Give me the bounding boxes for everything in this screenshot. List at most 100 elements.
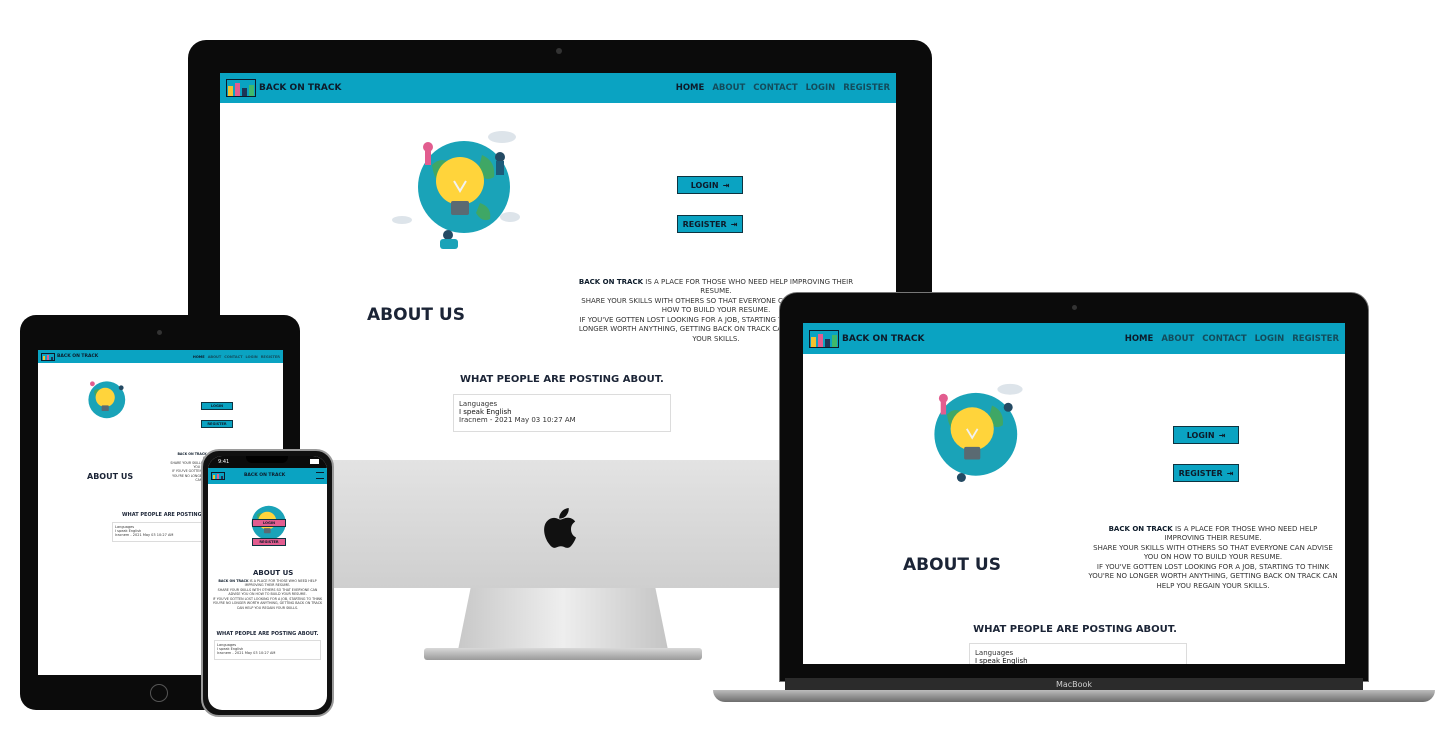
nav-about[interactable]: ABOUT: [712, 83, 745, 93]
hamburger-menu-icon[interactable]: [316, 472, 324, 479]
logo-icon: [226, 79, 256, 97]
post-card[interactable]: Languages I speak English Iracnem - 2021…: [453, 394, 671, 432]
nav-register[interactable]: REGISTER: [261, 355, 280, 359]
login-label: LOGIN: [1186, 430, 1215, 440]
nav-links: HOME ABOUT CONTACT LOGIN REGISTER: [676, 83, 890, 93]
nav-register[interactable]: REGISTER: [1292, 334, 1339, 344]
phone-status-bar: 9:41: [208, 456, 327, 468]
login-button[interactable]: LOGIN ⇥: [677, 176, 743, 194]
nav-login[interactable]: LOGIN: [1255, 334, 1285, 344]
register-button[interactable]: REGISTER: [201, 420, 233, 428]
notch: [246, 456, 288, 463]
imac-navbar: BACK ON TRACK HOME ABOUT CONTACT LOGIN R…: [220, 73, 896, 103]
post-text: I speak English: [975, 657, 1028, 664]
brand-name: BACK ON TRACK: [842, 333, 925, 344]
hero-illustration: [78, 374, 134, 428]
posts-title: WHAT PEOPLE ARE POSTING ABOUT.: [460, 374, 664, 385]
nav-contact[interactable]: CONTACT: [1202, 334, 1246, 344]
laptop-navbar: BACK ON TRACK HOME ABOUT CONTACT LOGIN R…: [803, 323, 1345, 354]
login-button[interactable]: LOGIN: [201, 402, 233, 410]
about-title: ABOUT US: [367, 305, 465, 325]
about-brand: BACK ON TRACK: [1108, 525, 1173, 533]
posts-title: WHAT PEOPLE ARE POSTING ABOUT.: [973, 624, 1177, 635]
register-button[interactable]: REGISTER ⇥: [677, 215, 743, 233]
brand-link[interactable]: BACK ON TRACK: [41, 352, 99, 361]
login-label: LOGIN: [262, 521, 276, 525]
nav-home[interactable]: HOME: [676, 83, 705, 93]
brand-name: BACK ON TRACK: [57, 354, 99, 359]
brand-link[interactable]: BACK ON TRACK: [809, 329, 925, 348]
about-paragraph: BACK ON TRACK IS A PLACE FOR THOSE WHO N…: [1088, 525, 1338, 591]
battery-icon: [310, 459, 319, 464]
brand-name: BACK ON TRACK: [259, 83, 342, 93]
register-button[interactable]: REGISTER ⇥: [1173, 464, 1239, 482]
post-card[interactable]: Languages I speak English Iracnem - 2021…: [214, 640, 321, 660]
phone-screen: 9:41 BACK ON TRACK LOGIN REGISTER ABOUT …: [208, 456, 327, 710]
about-title: ABOUT US: [903, 555, 1001, 575]
about-brand: BACK ON TRACK: [218, 579, 249, 583]
imac-stand-base: [424, 648, 702, 660]
login-button[interactable]: LOGIN ⇥: [1173, 426, 1239, 444]
nav-contact[interactable]: CONTACT: [224, 355, 242, 359]
about-lost: IF YOU'VE GOTTEN LOST LOOKING FOR A JOB,…: [1088, 562, 1338, 590]
nav-links: HOME ABOUT CONTACT LOGIN REGISTER: [193, 355, 280, 359]
posts-title: WHAT PEOPLE ARE POSTING ABOUT.: [216, 631, 319, 637]
about-share: SHARE YOUR SKILLS WITH OTHERS SO THAT EV…: [1093, 543, 1333, 562]
post-meta: Iracnem - 2021 May 03 10:27 AM: [217, 651, 276, 655]
about-paragraph: BACK ON TRACK IS A PLACE FOR THOSE WHO N…: [212, 579, 323, 610]
login-button[interactable]: LOGIN: [252, 519, 286, 527]
brand-name[interactable]: BACK ON TRACK: [244, 473, 285, 478]
logo-icon: [809, 329, 839, 348]
phone-navbar: BACK ON TRACK: [208, 468, 327, 484]
nav-register[interactable]: REGISTER: [843, 83, 890, 93]
hero-illustration: [392, 125, 532, 255]
logo-icon: [41, 352, 55, 361]
imac-stand: [458, 588, 668, 650]
nav-login[interactable]: LOGIN: [806, 83, 836, 93]
nav-home[interactable]: HOME: [1125, 334, 1154, 344]
tablet-navbar: BACK ON TRACK HOME ABOUT CONTACT LOGIN R…: [38, 350, 283, 363]
post-meta: Iracnem - 2021 May 03 10:27 AM: [459, 416, 576, 424]
laptop-device: MacBook BACK ON TRACK HOME ABOUT CONTACT…: [713, 292, 1435, 704]
status-time: 9:41: [218, 459, 230, 465]
brand-link[interactable]: BACK ON TRACK: [226, 79, 341, 97]
register-label: REGISTER: [207, 422, 227, 426]
post-category: Languages: [459, 400, 498, 408]
nav-about[interactable]: ABOUT: [1161, 334, 1194, 344]
post-category: Languages: [975, 649, 1014, 657]
laptop-base: [713, 690, 1435, 702]
about-intro: IS A PLACE FOR THOSE WHO NEED HELP IMPRO…: [1164, 525, 1318, 543]
sign-in-icon: ⇥: [730, 219, 738, 229]
tablet-home-button[interactable]: [150, 684, 168, 702]
nav-about[interactable]: ABOUT: [208, 355, 222, 359]
post-text: I speak English: [459, 408, 512, 416]
register-label: REGISTER: [682, 219, 727, 229]
register-label: REGISTER: [1178, 468, 1223, 478]
sign-in-icon: ⇥: [1226, 468, 1234, 478]
nav-home[interactable]: HOME: [193, 355, 205, 359]
sign-in-icon: ⇥: [1218, 430, 1226, 440]
laptop-label: MacBook: [1055, 680, 1093, 689]
register-button[interactable]: REGISTER: [252, 538, 286, 546]
register-label: REGISTER: [259, 540, 279, 544]
login-label: LOGIN: [690, 180, 719, 190]
logo-icon: [211, 472, 225, 480]
about-brand: BACK ON TRACK: [578, 278, 644, 286]
post-meta: Iracnem - 2021 May 03 10:27 AM: [115, 533, 174, 537]
about-share: SHARE YOUR SKILLS WITH OTHERS SO THAT EV…: [217, 587, 318, 597]
apple-logo-icon: [540, 506, 578, 550]
tablet-camera: [157, 330, 162, 335]
phone-device: 9:41 BACK ON TRACK LOGIN REGISTER ABOUT …: [201, 449, 334, 717]
laptop-screen: BACK ON TRACK HOME ABOUT CONTACT LOGIN R…: [803, 323, 1345, 664]
imac-camera: [556, 48, 562, 54]
hero-illustration: [911, 375, 1037, 499]
post-card[interactable]: Languages I speak English Iracnem - 2021…: [969, 643, 1187, 664]
laptop-camera: [1072, 305, 1077, 310]
nav-login[interactable]: LOGIN: [246, 355, 258, 359]
about-title: ABOUT US: [253, 569, 294, 577]
about-title: ABOUT US: [87, 472, 134, 481]
about-intro: IS A PLACE FOR THOSE WHO NEED HELP IMPRO…: [244, 579, 317, 588]
sign-in-icon: ⇥: [722, 180, 730, 190]
about-lost: IF YOU'VE GOTTEN LOST LOOKING FOR A JOB,…: [212, 596, 323, 610]
nav-contact[interactable]: CONTACT: [753, 83, 797, 93]
